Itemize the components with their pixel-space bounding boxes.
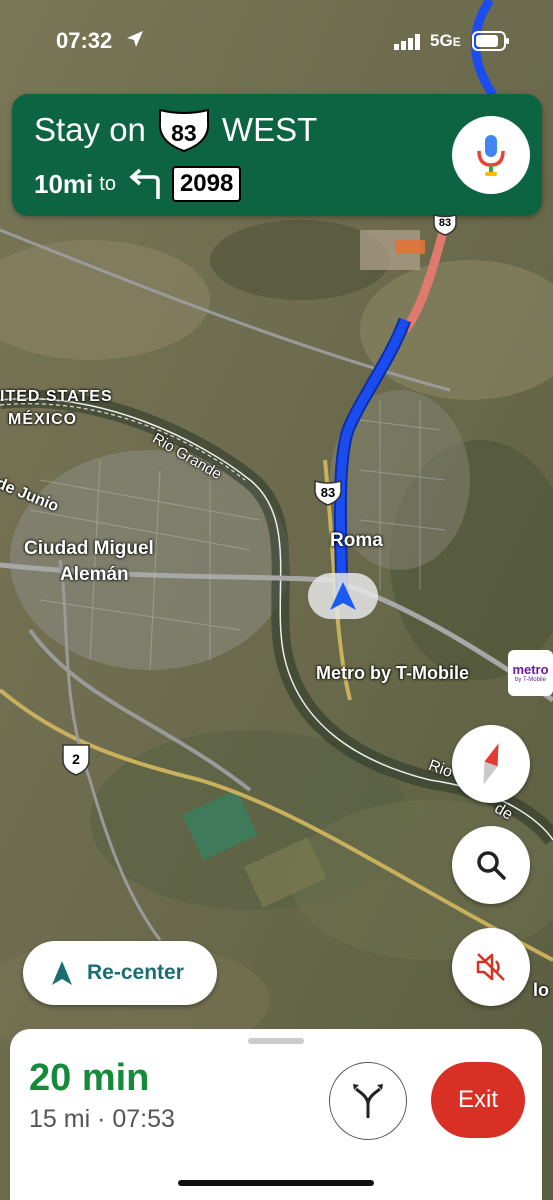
trip-summary-sheet[interactable]: 20 min 15 mi · 07:53 Exit bbox=[10, 1029, 542, 1200]
compass-button[interactable] bbox=[452, 725, 530, 803]
mute-button[interactable] bbox=[452, 928, 530, 1006]
exit-navigation-button[interactable]: Exit bbox=[431, 1062, 525, 1138]
label-city-line2: Alemán bbox=[60, 564, 129, 585]
label-edge: lo bbox=[533, 980, 549, 1000]
network-type: 5GE bbox=[430, 31, 461, 50]
mex-route-shield: 2 bbox=[60, 742, 92, 781]
route-number: 83 bbox=[171, 120, 197, 146]
label-roma: Roma bbox=[330, 530, 383, 551]
label-city-line1: Ciudad Miguel bbox=[24, 538, 154, 559]
status-time: 07:32 bbox=[56, 28, 113, 53]
navigation-arrow-icon bbox=[330, 582, 356, 610]
alternate-routes-button[interactable] bbox=[329, 1062, 407, 1140]
label-mexico: MÉXICO bbox=[8, 411, 78, 428]
label-united-states: ITED STATES bbox=[0, 388, 113, 405]
highway-shield-mid: 83 bbox=[313, 479, 343, 511]
sheet-drag-handle[interactable] bbox=[248, 1038, 304, 1044]
compass-icon bbox=[483, 743, 499, 785]
alternate-routes-icon bbox=[353, 1084, 383, 1118]
recenter-button[interactable]: Re-center bbox=[23, 941, 217, 1005]
trip-distance-arrival: 15 mi · 07:53 bbox=[29, 1105, 175, 1133]
search-button[interactable] bbox=[452, 826, 530, 904]
signal-icon bbox=[394, 34, 420, 50]
trip-duration: 20 min bbox=[29, 1057, 150, 1099]
microphone-icon bbox=[477, 135, 505, 176]
navigation-instruction-card[interactable]: Stay on 83 WEST 10mi to 2098 bbox=[12, 94, 542, 216]
location-arrow-icon bbox=[127, 31, 143, 47]
search-icon bbox=[477, 851, 506, 880]
turn-left-icon bbox=[129, 168, 160, 199]
highway-shield-top: 83 bbox=[432, 214, 458, 241]
us-route-shield: 83 bbox=[156, 108, 212, 152]
status-bar: 07:32 5GE bbox=[0, 0, 553, 84]
distance-to-turn: 10mi bbox=[34, 168, 94, 199]
next-road-sign: 2098 bbox=[171, 166, 242, 202]
instruction-prefix: Stay on bbox=[34, 111, 146, 148]
metro-logo-small: by T-Mobile bbox=[515, 677, 546, 683]
voice-search-button[interactable] bbox=[452, 116, 530, 194]
mute-icon bbox=[476, 953, 505, 981]
to-label: to bbox=[99, 172, 116, 195]
current-location-marker bbox=[308, 573, 378, 619]
instruction-line: Stay on 83 WEST bbox=[34, 108, 317, 152]
metro-logo: metro bbox=[512, 662, 549, 677]
navigation-arrow-icon bbox=[52, 961, 72, 985]
route-direction: WEST bbox=[221, 111, 318, 148]
metro-place-pin[interactable]: metro by T-Mobile bbox=[508, 650, 553, 696]
home-indicator[interactable] bbox=[178, 1180, 374, 1186]
recenter-label: Re-center bbox=[87, 961, 184, 984]
battery-icon bbox=[472, 31, 509, 51]
label-metro-place[interactable]: Metro by T-Mobile bbox=[316, 663, 469, 684]
next-turn-line: 10mi to 2098 bbox=[34, 166, 242, 202]
